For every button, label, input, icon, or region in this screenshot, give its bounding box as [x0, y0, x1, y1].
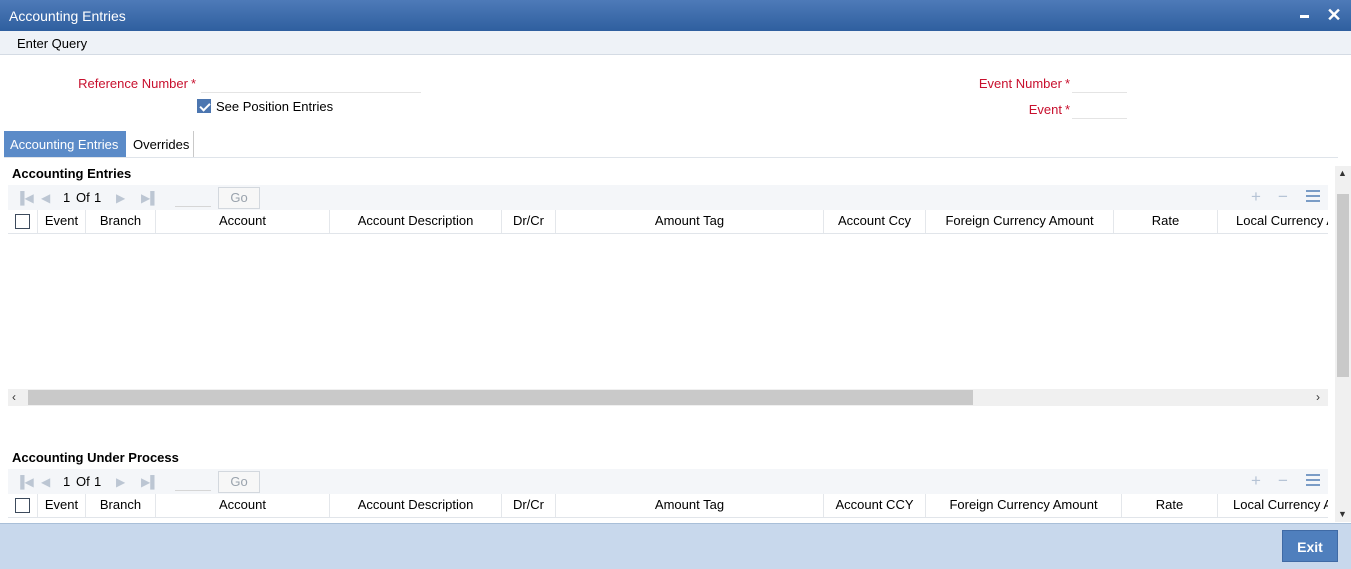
- scroll-right-icon[interactable]: ›: [1316, 389, 1320, 406]
- go-button[interactable]: Go: [218, 187, 260, 209]
- add-row-icon[interactable]: +: [1251, 187, 1261, 207]
- add-row-icon[interactable]: +: [1251, 471, 1261, 491]
- tab-accounting-entries[interactable]: Accounting Entries: [4, 131, 126, 157]
- required-mark: *: [1064, 76, 1070, 91]
- accounting-entries-section-title: Accounting Entries: [12, 166, 132, 181]
- column-header[interactable]: Dr/Cr: [502, 494, 556, 517]
- column-header[interactable]: Local Currency Amount: [1218, 210, 1328, 233]
- select-all-column: [8, 210, 38, 233]
- column-header[interactable]: Account Description: [330, 210, 502, 233]
- vertical-scrollbar[interactable]: ▲ ▼: [1335, 166, 1351, 522]
- page-of-label: Of: [76, 474, 90, 489]
- go-to-page-input[interactable]: [175, 471, 211, 491]
- select-all-checkbox[interactable]: [15, 498, 30, 513]
- next-page-icon[interactable]: ▶: [116, 475, 125, 489]
- go-to-page-input[interactable]: [175, 187, 211, 207]
- single-view-icon[interactable]: [1306, 474, 1320, 487]
- see-position-entries-checkbox[interactable]: [197, 99, 211, 113]
- total-pages: 1: [94, 190, 102, 205]
- window-title: Accounting Entries: [9, 8, 126, 24]
- minimize-icon[interactable]: [1297, 4, 1313, 24]
- accounting-entries-grid-body: [8, 235, 1328, 389]
- last-page-icon[interactable]: ▶▌: [141, 475, 159, 489]
- delete-row-icon[interactable]: −: [1278, 187, 1288, 207]
- current-page: 1: [63, 190, 71, 205]
- column-header[interactable]: Rate: [1122, 494, 1218, 517]
- previous-page-icon[interactable]: ◀: [41, 475, 50, 489]
- column-header[interactable]: Account: [156, 494, 330, 517]
- select-all-checkbox[interactable]: [15, 214, 30, 229]
- horizontal-scroll-thumb[interactable]: [28, 390, 973, 405]
- event-number-input[interactable]: [1072, 71, 1127, 93]
- column-header[interactable]: Account Ccy: [824, 210, 926, 233]
- column-header[interactable]: Account Description: [330, 494, 502, 517]
- accounting-entries-toolbar: ▐◀ ◀ 1 Of 1 ▶ ▶▌ Go + −: [8, 185, 1328, 210]
- first-page-icon[interactable]: ▐◀: [16, 191, 34, 205]
- scroll-down-icon[interactable]: ▼: [1338, 509, 1347, 519]
- column-header[interactable]: Event: [38, 494, 86, 517]
- last-page-icon[interactable]: ▶▌: [141, 191, 159, 205]
- column-header[interactable]: Account CCY: [824, 494, 926, 517]
- select-all-column: [8, 494, 38, 517]
- event-number-label: Event Number *: [900, 76, 1070, 91]
- accounting-under-process-toolbar: ▐◀ ◀ 1 Of 1 ▶ ▶▌ Go + −: [8, 469, 1328, 494]
- delete-row-icon[interactable]: −: [1278, 471, 1288, 491]
- event-label-text: Event: [1028, 102, 1062, 117]
- column-header[interactable]: Branch: [86, 494, 156, 517]
- menu-bar: Enter Query: [0, 31, 1351, 55]
- accounting-under-process-section-title: Accounting Under Process: [12, 450, 179, 465]
- close-icon[interactable]: ✕: [1325, 5, 1343, 25]
- column-header[interactable]: Account: [156, 210, 330, 233]
- go-button[interactable]: Go: [218, 471, 260, 493]
- column-header[interactable]: Amount Tag: [556, 494, 824, 517]
- required-mark: *: [1064, 102, 1070, 117]
- column-header[interactable]: Amount Tag: [556, 210, 824, 233]
- page-of-label: Of: [76, 190, 90, 205]
- accounting-entries-header: Event Branch Account Account Description…: [8, 210, 1328, 234]
- see-position-entries-label: See Position Entries: [216, 99, 334, 114]
- column-header[interactable]: Branch: [86, 210, 156, 233]
- event-label: Event *: [900, 102, 1070, 117]
- column-header[interactable]: Foreign Currency Amount: [926, 210, 1114, 233]
- scroll-up-icon[interactable]: ▲: [1338, 168, 1347, 178]
- column-header[interactable]: Dr/Cr: [502, 210, 556, 233]
- first-page-icon[interactable]: ▐◀: [16, 475, 34, 489]
- previous-page-icon[interactable]: ◀: [41, 191, 50, 205]
- window-title-bar: Accounting Entries ✕: [0, 0, 1351, 31]
- single-view-icon[interactable]: [1306, 190, 1320, 203]
- event-input[interactable]: [1072, 97, 1127, 119]
- next-page-icon[interactable]: ▶: [116, 191, 125, 205]
- accounting-under-process-header: Event Branch Account Account Description…: [8, 494, 1328, 518]
- horizontal-scrollbar[interactable]: ‹ ›: [8, 389, 1328, 406]
- exit-button[interactable]: Exit: [1282, 530, 1338, 562]
- required-mark: *: [190, 76, 196, 91]
- current-page: 1: [63, 474, 71, 489]
- footer-bar: Exit: [0, 523, 1351, 569]
- reference-number-label: Reference Number *: [40, 76, 196, 91]
- event-number-label-text: Event Number: [978, 76, 1062, 91]
- column-header[interactable]: Local Currency Amount: [1218, 494, 1328, 517]
- column-header[interactable]: Event: [38, 210, 86, 233]
- tab-overrides[interactable]: Overrides: [127, 131, 194, 157]
- tab-divider: [4, 157, 1338, 158]
- reference-number-input[interactable]: [201, 71, 421, 93]
- column-header[interactable]: Foreign Currency Amount: [926, 494, 1122, 517]
- scroll-left-icon[interactable]: ‹: [12, 389, 16, 406]
- vertical-scroll-thumb[interactable]: [1337, 194, 1349, 377]
- total-pages: 1: [94, 474, 102, 489]
- reference-number-label-text: Reference Number: [78, 76, 188, 91]
- column-header[interactable]: Rate: [1114, 210, 1218, 233]
- enter-query-menu-item[interactable]: Enter Query: [17, 36, 87, 51]
